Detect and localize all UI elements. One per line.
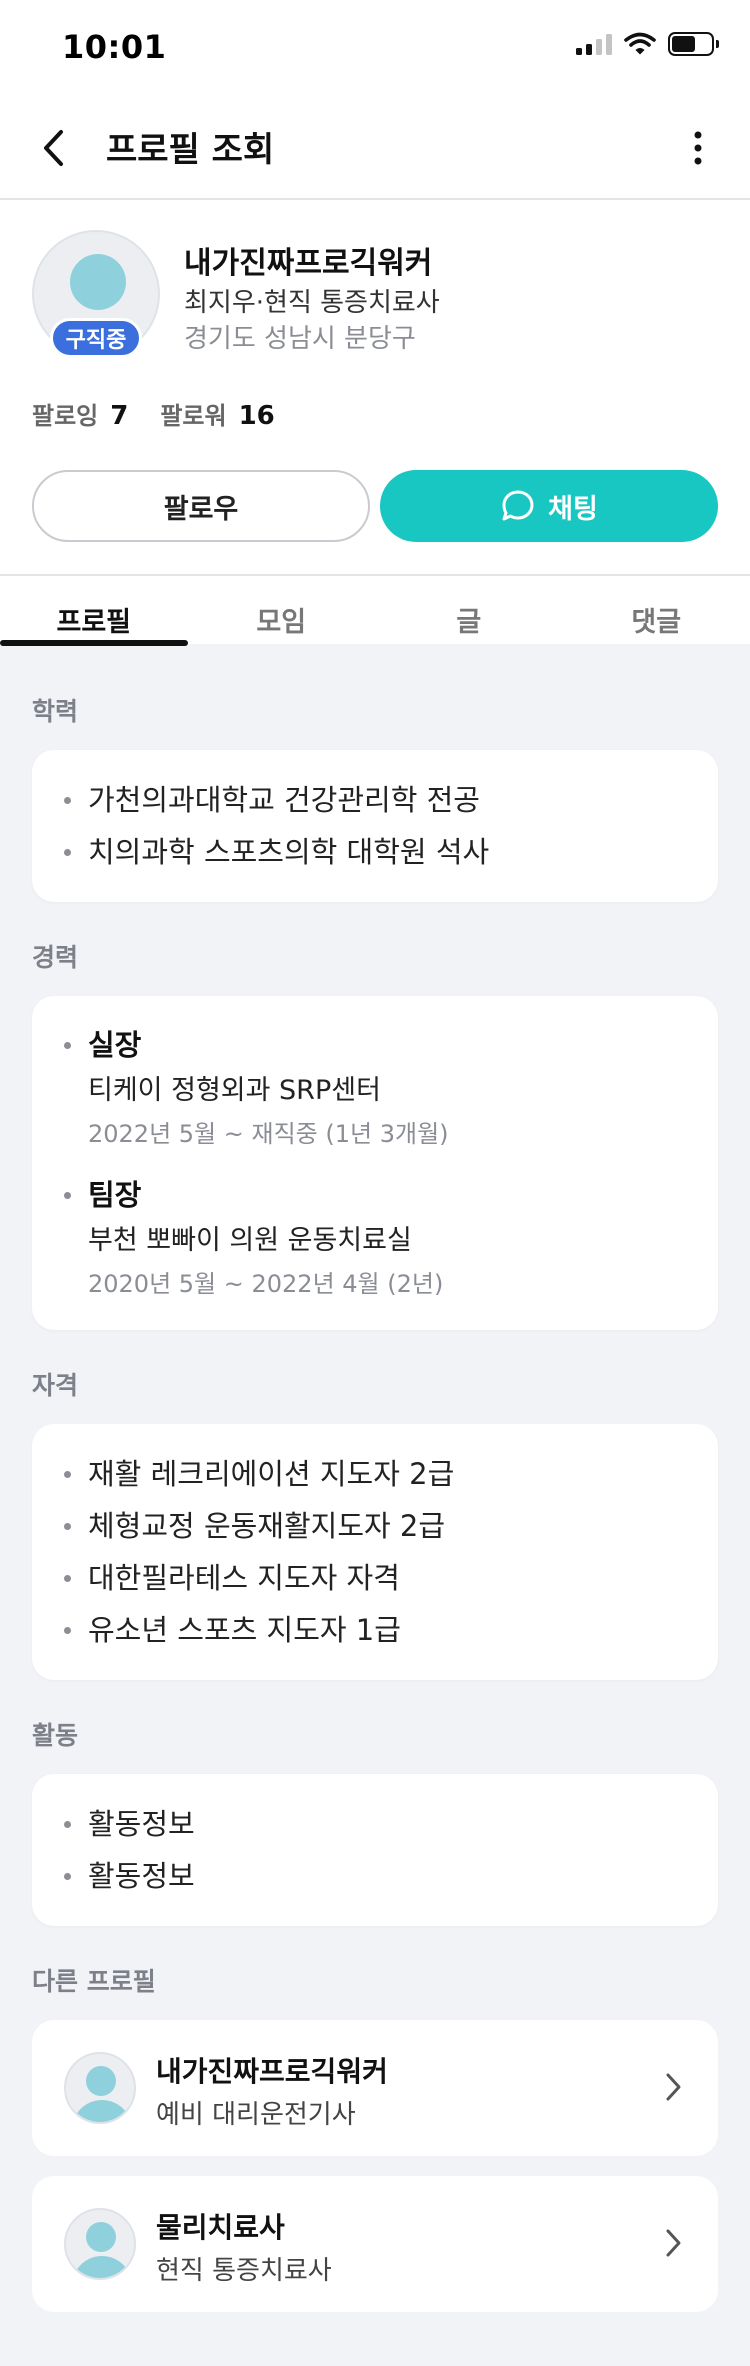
chevron-right-icon [666,2229,681,2257]
certificate-item: 유소년 스포츠 지도자 1급 [62,1604,688,1656]
career-organization: 티케이 정형외과 SRP센터 [88,1075,381,1106]
career-section-title: 경력 [32,943,79,972]
career-organization: 부천 뽀빠이 의원 운동치료실 [88,1225,412,1256]
status-icons [576,32,719,56]
chevron-right-icon [666,2073,681,2101]
career-position: 팀장 [88,1178,142,1212]
career-position: 실장 [88,1028,142,1062]
activities-section-title: 활동 [32,1721,79,1750]
other-profile-role: 현직 통증치료사 [156,2256,332,2286]
back-button[interactable] [30,124,78,172]
page-title: 프로필 조회 [106,130,275,170]
activity-item: 활동정보 [62,1798,688,1850]
profile-summary: 구직중 내가진짜프로긱워커 최지우·현직 통증치료사 경기도 성남시 분당구 팔… [0,200,750,646]
following-count[interactable]: 7 [110,401,128,431]
other-profile-name: 물리치료사 [156,2211,285,2244]
certificate-item: 재활 레크리에이션 지도자 2급 [62,1448,688,1500]
navigation-bar: 프로필 조회 [0,96,750,200]
followers-count[interactable]: 16 [239,401,275,431]
status-bar: 10:01 [0,0,750,96]
career-card: 실장 티케이 정형외과 SRP센터 2022년 5월 ~ 재직중 (1년 3개월… [32,996,718,1330]
education-card: 가천의과대학교 건강관리학 전공 치의과학 스포츠의학 대학원 석사 [32,750,718,902]
header-area: 10:01 프로필 조회 구직중 내가진짜프로긱워커 최지우·현직 통증치료사 … [0,0,750,646]
certificate-item: 대한필라테스 지도자 자격 [62,1552,688,1604]
other-profile-card[interactable]: 물리치료사 현직 통증치료사 [32,2176,718,2312]
education-section-title: 학력 [32,697,79,726]
tab-groups[interactable]: 모임 [188,576,376,644]
follow-button[interactable]: 팔로우 [32,470,370,542]
other-profiles-section-title: 다른 프로필 [32,1967,156,1996]
more-vertical-icon [694,131,702,165]
profile-role: 최지우·현직 통증치료사 [184,288,440,318]
profile-content: 학력 가천의과대학교 건강관리학 전공 치의과학 스포츠의학 대학원 석사 경력… [0,692,750,2312]
tab-posts[interactable]: 글 [375,576,563,644]
profile-avatar: 구직중 [32,230,160,358]
job-status-badge: 구직중 [50,318,142,358]
other-profile-role: 예비 대리운전기사 [156,2100,356,2130]
education-item: 가천의과대학교 건강관리학 전공 [62,774,688,826]
tab-comments[interactable]: 댓글 [563,576,750,644]
career-period: 2022년 5월 ~ 재직중 (1년 3개월) [88,1120,449,1148]
tab-profile[interactable]: 프로필 [0,576,188,646]
back-arrow-icon [44,130,63,166]
avatar [64,2208,136,2280]
certificates-section-title: 자격 [32,1371,79,1400]
other-profile-name: 내가진짜프로긱워커 [156,2055,388,2088]
activities-card: 활동정보 활동정보 [32,1774,718,1926]
certificates-card: 재활 레크리에이션 지도자 2급 체형교정 운동재활지도자 2급 대한필라테스 … [32,1424,718,1680]
activity-item: 활동정보 [62,1850,688,1902]
career-item: 팀장 부천 뽀빠이 의원 운동치료실 2020년 5월 ~ 2022년 4월 (… [62,1172,688,1304]
signal-icon [576,33,612,55]
certificate-item: 체형교정 운동재활지도자 2급 [62,1500,688,1552]
other-profile-card[interactable]: 내가진짜프로긱워커 예비 대리운전기사 [32,2020,718,2156]
profile-tabs: 프로필 모임 글 댓글 [0,576,750,646]
battery-icon [668,32,719,56]
status-time: 10:01 [62,28,167,66]
education-item: 치의과학 스포츠의학 대학원 석사 [62,826,688,878]
career-item: 실장 티케이 정형외과 SRP센터 2022년 5월 ~ 재직중 (1년 3개월… [62,1022,688,1154]
avatar [64,2052,136,2124]
chat-button-label: 채팅 [548,493,598,525]
profile-location: 경기도 성남시 분당구 [184,324,416,354]
more-options-button[interactable] [674,124,722,172]
profile-nickname: 내가진짜프로긱워커 [184,246,433,281]
following-label[interactable]: 팔로잉 [32,396,98,431]
chat-bubble-icon [502,490,534,521]
wifi-icon [624,32,656,55]
followers-label[interactable]: 팔로워 [160,396,226,431]
chat-button[interactable]: 채팅 [380,470,718,542]
follow-stats: 팔로잉 7 팔로워 16 [32,396,307,431]
career-period: 2020년 5월 ~ 2022년 4월 (2년) [88,1270,444,1298]
